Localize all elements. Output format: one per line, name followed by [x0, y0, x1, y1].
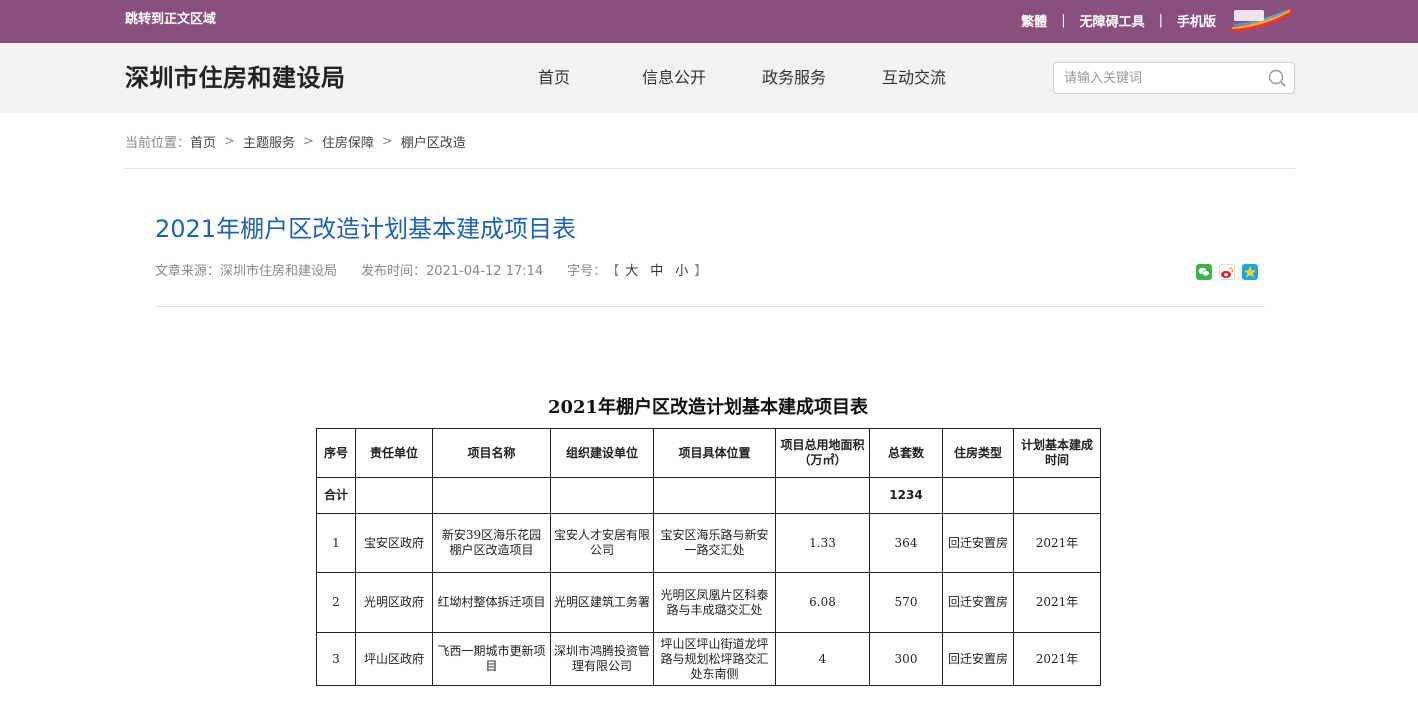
table-header-row: 序号 责任单位 项目名称 组织建设单位 项目具体位置 项目总用地面积（万㎡） 总… [316, 428, 1101, 478]
cell-year: 2021年 [1013, 632, 1101, 686]
cell-area: 6.08 [775, 572, 870, 633]
cell-builder: 深圳市鸿腾投资管理有限公司 [550, 632, 654, 686]
site-name[interactable]: 深圳市住房和建设局 [125, 43, 346, 113]
col-header: 项目名称 [432, 428, 551, 478]
total-label: 合计 [316, 477, 356, 514]
qzone-icon[interactable] [1242, 264, 1258, 280]
nav-interaction[interactable]: 互动交流 [854, 43, 974, 113]
breadcrumb-prefix: 当前位置： [125, 135, 191, 151]
col-header: 总套数 [869, 428, 943, 478]
col-header: 序号 [316, 428, 356, 478]
separator: | [1061, 12, 1066, 28]
cell-no: 1 [316, 513, 356, 573]
accessibility-tools-link[interactable]: 无障碍工具 [1080, 11, 1145, 30]
col-header: 项目总用地面积（万㎡） [775, 428, 870, 478]
cell-year: 2021年 [1013, 513, 1101, 573]
site-header: 深圳市住房和建设局 首页 信息公开 政务服务 互动交流 [0, 43, 1418, 113]
font-size-controls: 【大中小】 [606, 260, 707, 279]
search-input[interactable] [1064, 67, 1254, 89]
project-table: 序号 责任单位 项目名称 组织建设单位 项目具体位置 项目总用地面积（万㎡） 总… [316, 428, 1101, 686]
col-header: 项目具体位置 [653, 428, 776, 478]
col-header: 计划基本建成时间 [1013, 428, 1101, 478]
cell-dept: 坪山区政府 [355, 632, 433, 686]
table-row: 2 光明区政府 红坳村整体拆迁项目 光明区建筑工务署 光明区凤凰片区科泰路与丰成… [316, 572, 1101, 633]
breadcrumb-topic-services[interactable]: 主题服务 [243, 132, 295, 151]
breadcrumb-home[interactable]: 首页 [190, 132, 216, 151]
article-meta: 文章来源：深圳市住房和建设局 发布时间：2021-04-12 17:14 字号：… [155, 259, 707, 279]
font-large-button[interactable]: 大 [625, 264, 638, 279]
cell-units: 570 [869, 572, 943, 633]
search-box [1053, 62, 1295, 94]
cell-name: 新安39区海乐花园棚户区改造项目 [432, 513, 551, 573]
font-medium-button[interactable]: 中 [650, 264, 663, 279]
table-row: 3 坪山区政府 飞西一期城市更新项目 深圳市鸿腾投资管理有限公司 坪山区坪山街道… [316, 632, 1101, 686]
font-size-label: 字号： [567, 263, 607, 279]
cell-area: 1.33 [775, 513, 870, 573]
accessibility-logo-icon[interactable] [1228, 6, 1294, 34]
cell-year: 2021年 [1013, 572, 1101, 633]
mobile-version-link[interactable]: 手机版 [1177, 11, 1216, 30]
divider [125, 168, 1295, 169]
cell-area: 4 [775, 632, 870, 686]
table-total-row: 合计 1234 [316, 477, 1101, 514]
cell-builder: 宝安人才安居有限公司 [550, 513, 654, 573]
cell-name: 红坳村整体拆迁项目 [432, 572, 551, 633]
breadcrumb-separator: > [302, 133, 314, 149]
cell-dept: 宝安区政府 [355, 513, 433, 573]
cell-type: 回迁安置房 [942, 513, 1014, 573]
cell-no: 3 [316, 632, 356, 686]
traditional-chinese-link[interactable]: 繁體 [1021, 11, 1047, 30]
bracket-close: 】 [694, 263, 708, 279]
article-published: 发布时间：2021-04-12 17:14 [361, 263, 544, 279]
cell-units: 300 [869, 632, 943, 686]
article-title: 2021年棚户区改造计划基本建成项目表 [155, 215, 577, 243]
table-title: 2021年棚户区改造计划基本建成项目表 [547, 397, 869, 418]
col-header: 住房类型 [942, 428, 1014, 478]
total-units: 1234 [869, 477, 943, 514]
cell-type: 回迁安置房 [942, 572, 1014, 633]
cell-units: 364 [869, 513, 943, 573]
search-icon[interactable] [1268, 69, 1286, 87]
nav-home[interactable]: 首页 [494, 43, 614, 113]
share-icons [1196, 264, 1258, 280]
cell-type: 回迁安置房 [942, 632, 1014, 686]
breadcrumb-separator: > [224, 133, 235, 149]
col-header: 责任单位 [355, 428, 433, 478]
article-source: 文章来源：深圳市住房和建设局 [155, 263, 338, 279]
cell-dept: 光明区政府 [355, 572, 433, 633]
nav-information-disclosure[interactable]: 信息公开 [614, 43, 734, 113]
bracket-open: 【 [606, 263, 620, 279]
cell-builder: 光明区建筑工务署 [550, 572, 654, 633]
top-links: 繁體 | 无障碍工具 | 手机版 [1021, 0, 1294, 40]
divider [155, 306, 1265, 307]
table-row: 1 宝安区政府 新安39区海乐花园棚户区改造项目 宝安人才安居有限公司 宝安区海… [316, 513, 1101, 573]
cell-location: 光明区凤凰片区科泰路与丰成璐交汇处 [653, 572, 776, 633]
cell-location: 坪山区坪山街道龙坪路与规划松坪路交汇处东南侧 [653, 632, 776, 686]
col-header: 组织建设单位 [550, 428, 654, 478]
cell-location: 宝安区海乐路与新安一路交汇处 [653, 513, 776, 573]
breadcrumb-shantytown[interactable]: 棚户区改造 [401, 132, 466, 151]
weibo-icon[interactable] [1219, 264, 1235, 280]
main-nav: 首页 信息公开 政务服务 互动交流 [494, 43, 974, 113]
top-bar: 跳转到正文区域 繁體 | 无障碍工具 | 手机版 [0, 0, 1418, 43]
font-small-button[interactable]: 小 [675, 264, 688, 279]
cell-name: 飞西一期城市更新项目 [432, 632, 551, 686]
cell-no: 2 [316, 572, 356, 633]
separator: | [1158, 12, 1163, 28]
breadcrumb: 当前位置： 首页 > 主题服务 > 住房保障 > 棚户区改造 [125, 130, 466, 152]
breadcrumb-separator: > [381, 133, 393, 149]
nav-government-services[interactable]: 政务服务 [734, 43, 854, 113]
skip-to-content-link[interactable]: 跳转到正文区域 [125, 0, 216, 40]
breadcrumb-housing-security[interactable]: 住房保障 [322, 132, 374, 151]
wechat-icon[interactable] [1196, 264, 1212, 280]
